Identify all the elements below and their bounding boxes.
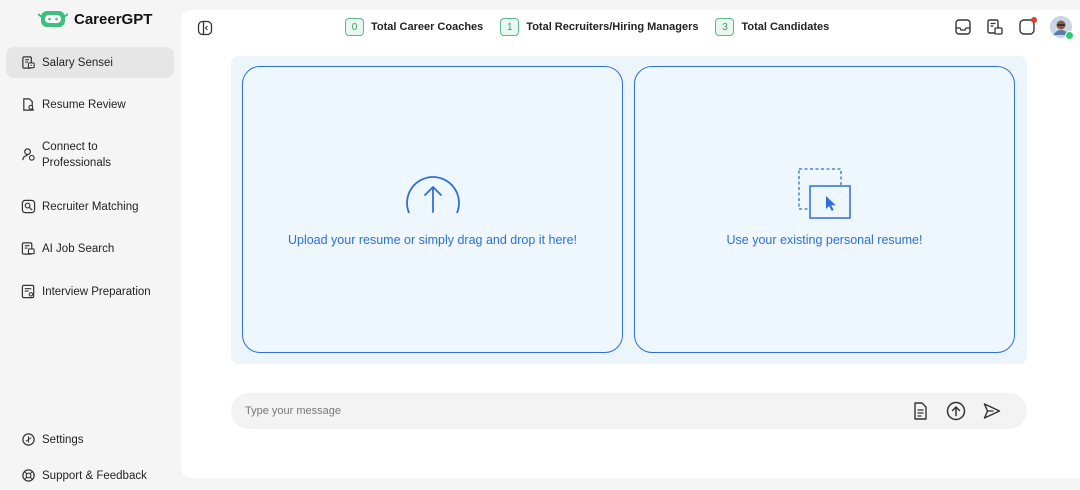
- recruiter-matching-icon: [21, 199, 36, 214]
- avatar[interactable]: [1050, 16, 1074, 40]
- sidebar-item-settings[interactable]: Settings: [6, 424, 174, 456]
- message-input[interactable]: [245, 402, 845, 420]
- logo[interactable]: CareerGPT: [38, 8, 152, 30]
- stat-label: Total Recruiters/Hiring Managers: [526, 21, 699, 33]
- inbox-icon[interactable]: [954, 18, 972, 36]
- sidebar-item-resume-review[interactable]: Resume Review: [6, 89, 174, 121]
- count-badge: 0: [345, 18, 364, 36]
- sidebar-toggle-icon[interactable]: [197, 20, 213, 36]
- job-search-icon: [21, 242, 35, 255]
- upload-text: Upload your resume or simply drag and dr…: [287, 233, 578, 247]
- resume-options: Upload your resume or simply drag and dr…: [231, 56, 1027, 364]
- stat-candidates: 3 Total Candidates: [715, 18, 829, 36]
- existing-resume-option[interactable]: Use your existing personal resume!: [634, 66, 1015, 353]
- sidebar-item-ai-job-search[interactable]: AI Job Search: [6, 233, 174, 265]
- top-icons: [954, 16, 1074, 40]
- main-panel: 0 Total Career Coaches 1 Total Recruiter…: [181, 10, 1080, 478]
- notification-dot: [1031, 17, 1037, 23]
- upload-icon: [406, 176, 460, 214]
- stat-recruiters: 1 Total Recruiters/Hiring Managers: [500, 18, 698, 36]
- sidebar-item-label-line2: Professionals: [42, 157, 112, 169]
- document-lock-icon[interactable]: [986, 18, 1004, 36]
- notifications[interactable]: [1018, 17, 1037, 36]
- sidebar: CareerGPT Salary Sensei Resume Review Co…: [0, 0, 180, 490]
- count-badge: 3: [715, 18, 735, 36]
- stats-bar: 0 Total Career Coaches 1 Total Recruiter…: [345, 18, 829, 36]
- online-status-dot: [1065, 31, 1074, 40]
- upload-circle-icon[interactable]: [946, 401, 966, 421]
- sidebar-item-interview-preparation[interactable]: Interview Preparation: [6, 276, 174, 308]
- professionals-icon: [22, 148, 35, 161]
- support-icon: [22, 469, 35, 482]
- sidebar-item-salary-sensei[interactable]: Salary Sensei: [6, 47, 174, 78]
- document-icon[interactable]: [910, 401, 930, 421]
- sidebar-item-label: Support & Feedback: [42, 470, 147, 482]
- upload-resume-dropzone[interactable]: Upload your resume or simply drag and dr…: [242, 66, 623, 353]
- sidebar-item-label: AI Job Search: [42, 243, 115, 255]
- message-composer: [231, 393, 1027, 429]
- sidebar-item-connect-professionals[interactable]: Connect to Professionals: [6, 135, 174, 175]
- app-name: CareerGPT: [74, 10, 153, 28]
- sidebar-item-label: Recruiter Matching: [42, 201, 139, 213]
- stat-label: Total Career Coaches: [371, 21, 484, 33]
- sidebar-item-label-line1: Connect to: [42, 141, 98, 153]
- existing-resume-text: Use your existing personal resume!: [726, 233, 923, 247]
- sidebar-item-label: Connect to Professionals: [42, 139, 111, 171]
- resume-review-icon: [23, 98, 35, 111]
- sidebar-item-support-feedback[interactable]: Support & Feedback: [6, 460, 174, 490]
- sidebar-item-label: Resume Review: [42, 99, 126, 111]
- send-icon[interactable]: [982, 401, 1002, 421]
- robot-logo-icon: [38, 11, 68, 27]
- settings-icon: [22, 433, 35, 446]
- sidebar-item-label: Interview Preparation: [42, 286, 151, 298]
- sidebar-item-label: Salary Sensei: [42, 57, 113, 69]
- sidebar-item-recruiter-matching[interactable]: Recruiter Matching: [6, 191, 174, 223]
- interview-icon: [21, 284, 35, 299]
- count-badge: 1: [500, 18, 520, 36]
- stat-label: Total Candidates: [741, 21, 830, 33]
- salary-icon: [22, 56, 35, 69]
- stat-career-coaches: 0 Total Career Coaches: [345, 18, 483, 36]
- sidebar-item-label: Settings: [42, 434, 84, 446]
- select-cursor-icon: [798, 168, 851, 219]
